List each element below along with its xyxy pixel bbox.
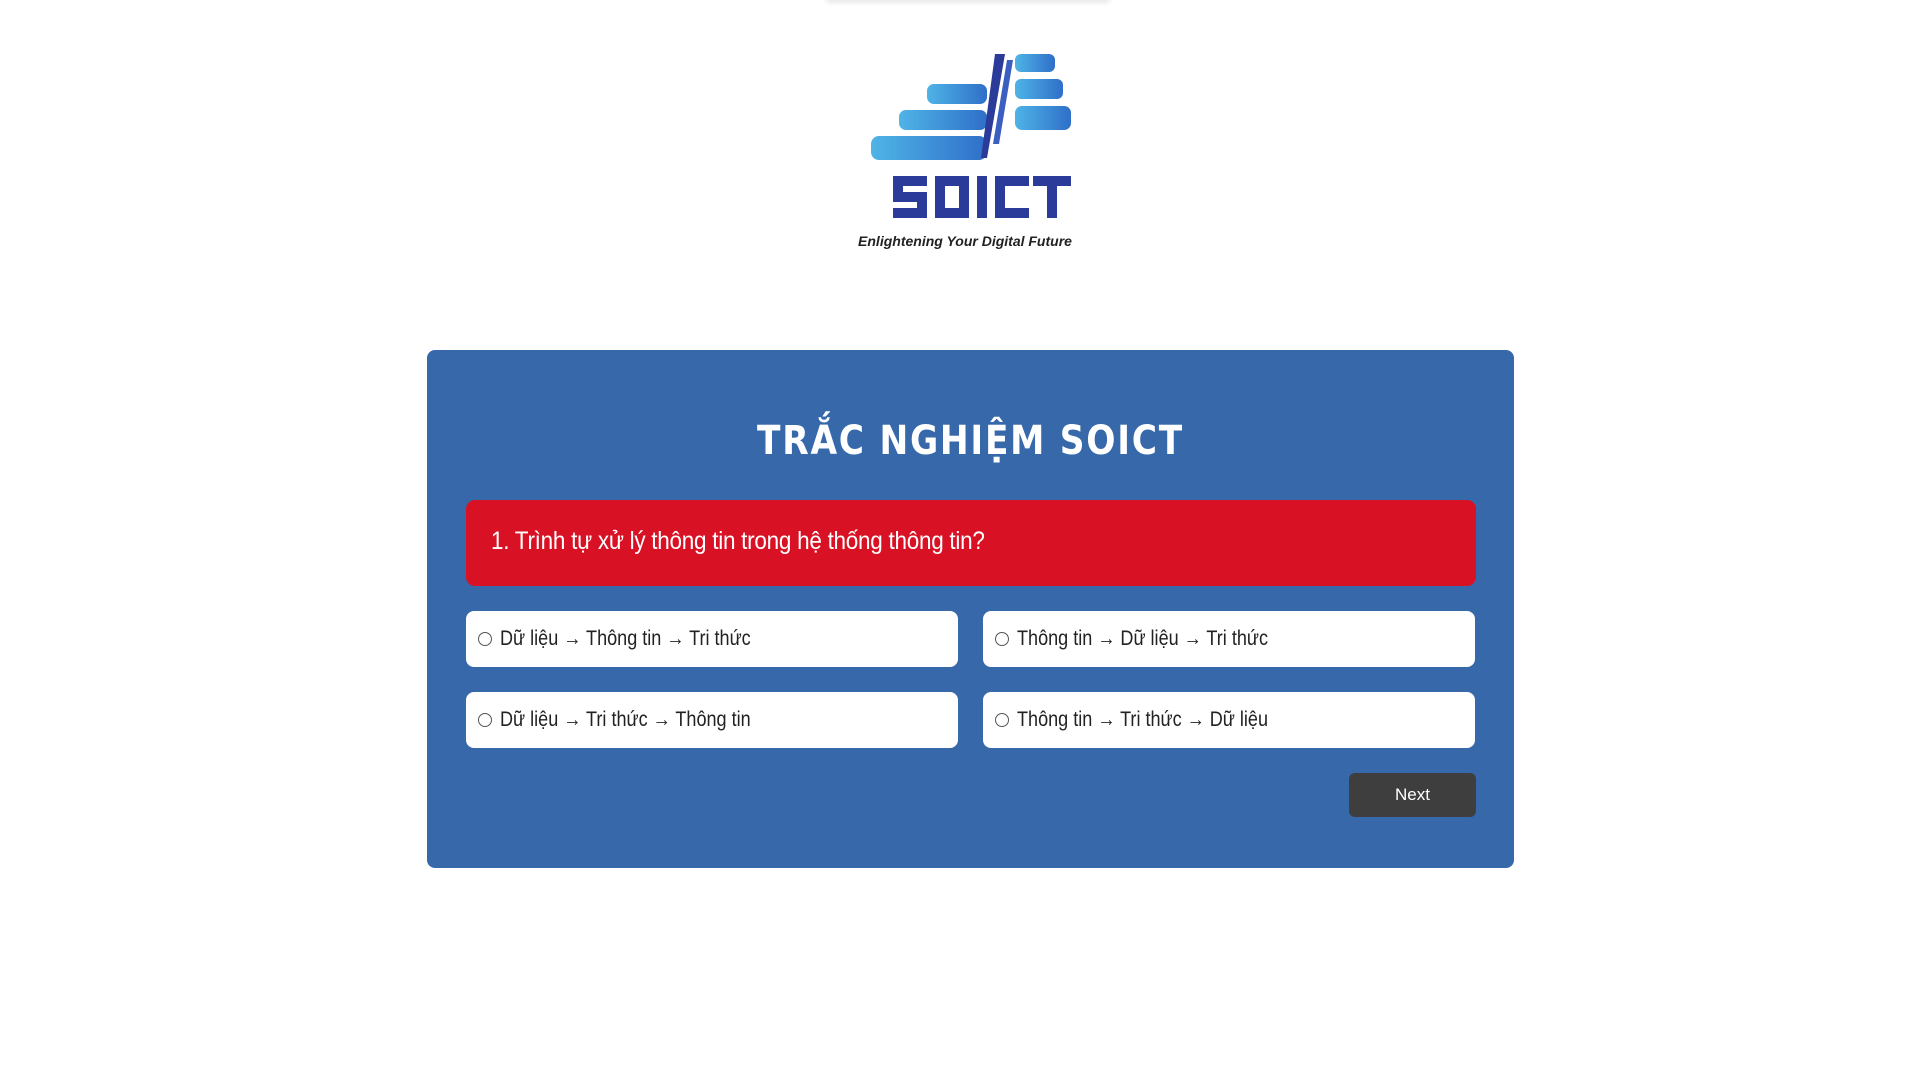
option-a[interactable]: Dữ liệu → Thông tin → Tri thức [466,611,958,667]
option-c[interactable]: Dữ liệu → Tri thức → Thông tin [466,692,958,748]
option-b[interactable]: Thông tin → Dữ liệu → Tri thức [983,611,1475,667]
option-a-radio[interactable] [478,632,492,646]
option-d[interactable]: Thông tin → Tri thức → Dữ liệu [983,692,1475,748]
question-box: 1. Trình tự xử lý thông tin trong hệ thố… [466,500,1476,586]
option-c-label: Dữ liệu → Tri thức → Thông tin [500,708,751,731]
option-b-radio[interactable] [995,632,1009,646]
question-text: 1. Trình tự xử lý thông tin trong hệ thố… [491,527,985,555]
option-a-label: Dữ liệu → Thông tin → Tri thức [500,627,751,650]
option-d-radio[interactable] [995,713,1009,727]
option-b-label: Thông tin → Dữ liệu → Tri thức [1017,627,1269,650]
logo-tagline: Enlightening Your Digital Future [858,233,1072,249]
option-c-radio[interactable] [478,713,492,727]
soict-logo: Enlightening Your Digital Future [835,48,1095,258]
logo-wordmark [893,176,1071,218]
quiz-card: TRẮC NGHIỆM SOICT 1. Trình tự xử lý thôn… [427,350,1514,868]
option-d-label: Thông tin → Tri thức → Dữ liệu [1017,708,1269,731]
quiz-title: TRẮC NGHIỆM SOICT [757,418,1184,464]
next-button[interactable]: Next [1349,773,1476,817]
